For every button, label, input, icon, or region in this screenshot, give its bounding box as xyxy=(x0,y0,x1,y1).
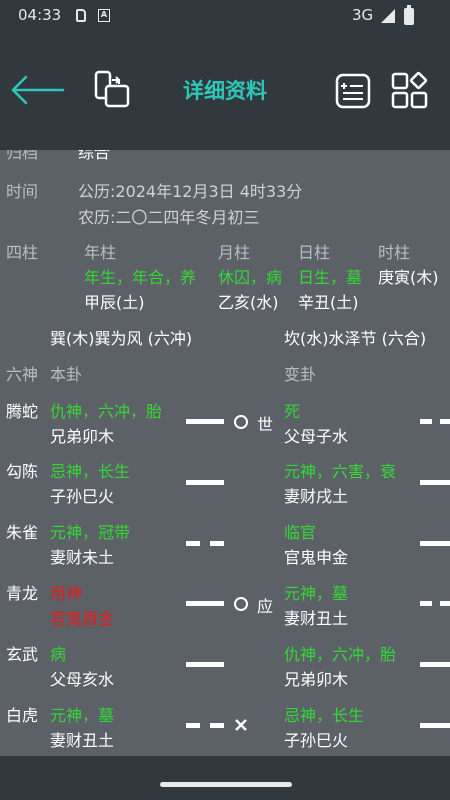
changed-line-state: 忌神，长生 xyxy=(284,706,365,725)
list-icon[interactable] xyxy=(334,72,372,110)
pillar-state-year: 年生，年合，养 xyxy=(84,268,197,287)
main-line-name: 官鬼酉金 xyxy=(50,609,115,628)
archive-value: 综合 xyxy=(78,150,111,162)
yin-line-left xyxy=(186,723,200,728)
shi-marker: 世 xyxy=(257,415,274,434)
pillar-state-day: 日生，墓 xyxy=(298,268,363,287)
apps-grid-icon[interactable] xyxy=(390,70,430,110)
network-type: 3G xyxy=(352,6,374,24)
lunar-date: 农历:二〇二四年冬月初三 xyxy=(78,208,260,227)
pillars-label: 四柱 xyxy=(6,243,39,262)
yin-line-left xyxy=(420,601,432,606)
main-line-state: 用神 xyxy=(50,584,83,603)
yin-line-right xyxy=(210,541,224,546)
main-line-name: 妻财丑土 xyxy=(50,731,115,750)
pillar-state-month: 休囚，病 xyxy=(218,268,283,287)
changed-line-state: 仇神，六冲，胎 xyxy=(284,645,397,664)
archive-label: 归档 xyxy=(6,150,39,162)
yang-line xyxy=(186,419,224,424)
pillar-ganzhi-month: 乙亥(水) xyxy=(218,293,279,312)
sd-card-icon xyxy=(76,9,86,22)
yang-line xyxy=(420,541,450,546)
changed-hexagram-header: 变卦 xyxy=(284,365,317,384)
back-arrow-icon[interactable] xyxy=(10,72,66,108)
pillar-ganzhi-day: 辛丑(土) xyxy=(298,293,359,312)
changed-hexagram-name: 坎(水)水泽节 (六合) xyxy=(284,329,427,348)
moving-cross-icon xyxy=(235,719,247,731)
six-god: 朱雀 xyxy=(6,523,39,542)
status-bar: 04:33 A 3G xyxy=(0,0,450,32)
moving-circle-icon xyxy=(234,597,248,611)
gregorian-date: 公历:2024年12月3日 4时33分 xyxy=(78,182,303,201)
yin-line-right xyxy=(440,601,450,606)
main-line-name: 妻财未土 xyxy=(50,548,115,567)
pillar-header-year: 年柱 xyxy=(84,243,117,262)
home-gesture-handle[interactable] xyxy=(160,782,292,787)
six-god: 白虎 xyxy=(6,706,39,725)
main-line-state: 病 xyxy=(50,645,67,664)
pillar-ganzhi-hour: 庚寅(木) xyxy=(378,268,439,287)
yang-line xyxy=(420,480,450,485)
pillar-ganzhi-year: 甲辰(土) xyxy=(84,293,145,312)
page-title: 详细资料 xyxy=(183,79,267,103)
pillar-header-day: 日柱 xyxy=(298,243,331,262)
battery-icon xyxy=(404,5,414,25)
signal-icon xyxy=(381,9,395,23)
moving-circle-icon xyxy=(234,415,248,429)
yang-line xyxy=(420,723,450,728)
ying-marker: 应 xyxy=(257,597,274,616)
main-line-name: 父母亥水 xyxy=(50,670,115,689)
changed-line-name: 妻财戌土 xyxy=(284,487,349,506)
detail-content[interactable]: 归档 综合 时间 公历:2024年12月3日 4时33分 农历:二〇二四年冬月初… xyxy=(0,150,450,756)
time-label: 时间 xyxy=(6,182,39,201)
six-god: 玄武 xyxy=(6,645,39,664)
main-line-state: 忌神，长生 xyxy=(50,462,131,481)
six-god: 腾蛇 xyxy=(6,402,39,421)
changed-line-name: 父母子水 xyxy=(284,427,349,446)
changed-line-state: 元神，墓 xyxy=(284,584,349,603)
main-line-name: 兄弟卯木 xyxy=(50,427,115,446)
changed-line-state: 死 xyxy=(284,402,301,421)
changed-line-name: 子孙巳火 xyxy=(284,731,349,750)
changed-line-name: 兄弟卯木 xyxy=(284,670,349,689)
yang-line xyxy=(186,601,224,606)
yin-line-right xyxy=(440,419,450,424)
yang-line xyxy=(186,480,224,485)
changed-line-state: 临官 xyxy=(284,523,317,542)
main-line-state: 元神，冠带 xyxy=(50,523,131,542)
yin-line-right xyxy=(210,723,224,728)
main-line-state: 元神，墓 xyxy=(50,706,115,725)
changed-line-name: 妻财丑土 xyxy=(284,609,349,628)
main-line-state: 仇神，六冲，胎 xyxy=(50,402,163,421)
main-line-name: 子孙巳火 xyxy=(50,487,115,506)
switch-icon[interactable] xyxy=(92,70,132,110)
six-gods-header: 六神 xyxy=(6,365,39,384)
main-hexagram-name: 巽(木)巽为风 (六冲) xyxy=(50,329,193,348)
yang-line xyxy=(420,662,450,667)
pillar-header-hour: 时柱 xyxy=(378,243,411,262)
main-hexagram-header: 本卦 xyxy=(50,365,83,384)
notification-a-icon: A xyxy=(98,9,110,22)
navigation-bar xyxy=(0,756,450,800)
changed-line-state: 元神，六害，衰 xyxy=(284,462,397,481)
status-time: 04:33 xyxy=(18,6,62,24)
six-god: 勾陈 xyxy=(6,462,39,481)
app-header: 详细资料 xyxy=(0,60,450,120)
yin-line-left xyxy=(420,419,432,424)
yin-line-left xyxy=(186,541,200,546)
pillar-header-month: 月柱 xyxy=(218,243,251,262)
yang-line xyxy=(186,662,224,667)
six-god: 青龙 xyxy=(6,584,39,603)
changed-line-name: 官鬼申金 xyxy=(284,548,349,567)
top-bar: 04:33 A 3G 详细资料 xyxy=(0,0,450,150)
